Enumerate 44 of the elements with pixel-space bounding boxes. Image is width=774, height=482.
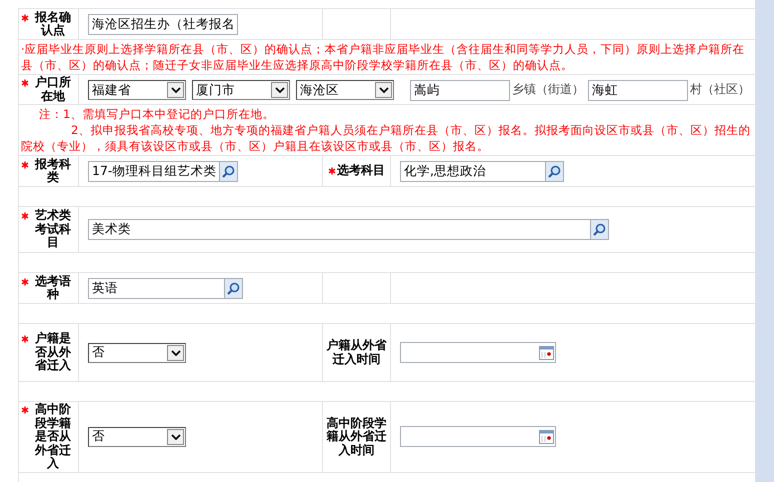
dropdown[interactable]: 否 bbox=[88, 426, 186, 447]
search-icon bbox=[593, 223, 606, 236]
search-icon bbox=[222, 164, 235, 178]
search-icon bbox=[227, 282, 240, 294]
note-text: 2、拟申报我省高校专项、地方专项的福建省户籍人员须在户籍所在县（市、区）报名。拟报考面向设区市或县（市、区）招生的院校（专业），须具有该设区市或县（市、区）户籍且在该设区市或县（市、区）报名。 bbox=[21, 122, 752, 154]
lookup-field[interactable]: 17-物理科目组艺术类 bbox=[88, 160, 219, 182]
calendar-icon bbox=[539, 346, 554, 360]
caret-icon bbox=[170, 87, 180, 94]
field-label: 户口所在地 bbox=[34, 76, 72, 103]
dropdown[interactable]: 否 bbox=[88, 342, 186, 362]
lookup-button[interactable] bbox=[590, 219, 609, 240]
field-label: 高中阶段学籍从外省迁入时间 bbox=[326, 416, 388, 457]
field-suffix: 村（社区） bbox=[690, 82, 750, 96]
field-label: 报考科类 bbox=[34, 158, 72, 184]
dropdown[interactable]: 福建省 bbox=[88, 80, 186, 100]
date-field[interactable] bbox=[400, 342, 556, 363]
caret-icon bbox=[170, 434, 180, 440]
calendar-icon bbox=[539, 430, 554, 444]
field-label: 报名确认点 bbox=[34, 10, 72, 38]
lookup-button[interactable] bbox=[224, 278, 243, 298]
caret-icon bbox=[274, 87, 284, 94]
lookup-button[interactable] bbox=[545, 160, 564, 182]
field-suffix: 乡镇（街道） bbox=[512, 82, 584, 96]
text-field[interactable]: 海沧区招生办（社考报名 bbox=[88, 14, 238, 34]
note-text: 注：1、需填写户口本中登记的户口所在地。 bbox=[38, 106, 276, 122]
lookup-field[interactable]: 化学,思想政治 bbox=[400, 160, 545, 182]
text-field[interactable]: 海虹 bbox=[588, 80, 688, 101]
search-icon bbox=[548, 164, 561, 178]
dropdown[interactable]: 海沧区 bbox=[296, 80, 394, 100]
caret-icon bbox=[378, 87, 388, 94]
field-label: 艺术类考试科目 bbox=[34, 209, 72, 250]
field-label: 户籍是否从外省迁入 bbox=[34, 332, 72, 373]
field-label: 高中阶段学籍是否从外省迁入 bbox=[34, 403, 72, 470]
field-label: 选考科目 bbox=[337, 164, 385, 178]
date-field[interactable] bbox=[400, 426, 556, 448]
caret-icon bbox=[170, 350, 180, 356]
text-field[interactable]: 嵩屿 bbox=[410, 80, 510, 101]
lookup-field[interactable]: 英语 bbox=[88, 278, 224, 298]
field-label: 户籍从外省迁入时间 bbox=[326, 339, 388, 366]
dropdown[interactable]: 厦门市 bbox=[192, 80, 290, 100]
lookup-field[interactable]: 美术类 bbox=[88, 219, 590, 240]
note-text: ·应届毕业生原则上选择学籍所在县（市、区）的确认点；本省户籍非应届毕业生（含往届生和同等学力人员，下同）原则上选择户籍所在县（市、区）的确认点；随迁子女非应届毕业生应选择原高中阶段学校学籍所在县（市、区）的确认点。 bbox=[21, 41, 746, 73]
lookup-button[interactable] bbox=[219, 160, 238, 182]
field-label: 选考语种 bbox=[34, 274, 72, 302]
